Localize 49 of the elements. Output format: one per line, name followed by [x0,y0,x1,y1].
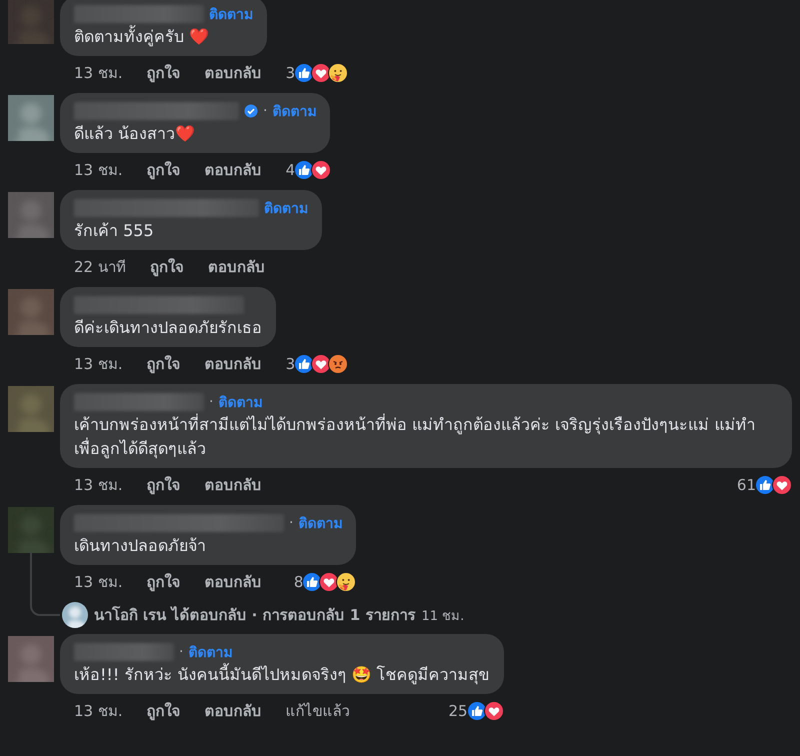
like-link[interactable]: ถูกใจ [146,473,181,497]
reply-link[interactable]: ตอบกลับ [204,699,262,723]
reaction-count: 61 [736,476,756,494]
separator-dot: · [179,644,184,660]
comment-time: 13 ชม. [74,701,123,722]
reaction-count: 25 [448,702,468,720]
heart-reaction-icon [484,701,504,721]
comment-text: เดินทางปลอดภัยจ้า [74,535,207,557]
comment-time: 13 ชม. [74,63,123,84]
like-link[interactable]: ถูกใจ [146,352,181,376]
reply-link[interactable]: ตอบกลับ [204,473,262,497]
separator-dot: · [209,394,214,410]
comment-text: ดีแล้ว น้องสาว❤ [74,123,196,145]
separator-dot: · [263,103,268,119]
reaction-count: 8 [294,573,304,591]
hug-reaction-icon [336,572,356,592]
edited-label: แก้ไขแล้ว [286,701,350,722]
reply-time: 11 ชม. [421,608,464,626]
reaction-count: 3 [286,355,296,373]
like-link[interactable]: ถูกใจ [146,158,181,182]
comment-time: 22 นาที [74,257,126,278]
comment-text: รักเค้า 555 [74,220,155,242]
hug-reaction-icon [328,63,348,83]
thread-line [30,552,60,616]
comment-text: ติดตามทั้งคู่ครับ ❤ [74,25,210,48]
like-link[interactable]: ถูกใจ [150,255,184,279]
comment-time: 13 ชม. [74,354,123,375]
separator-dot: · [289,515,294,531]
comment-time: 13 ชม. [74,572,123,593]
comment-time: 13 ชม. [74,160,123,181]
like-link[interactable]: ถูกใจ [146,570,181,594]
reply-link[interactable]: ตอบกลับ [204,61,262,85]
angry-reaction-icon [328,354,348,374]
reply-link[interactable]: ตอบกลับ [204,352,262,376]
replies-link[interactable]: นาโอกิ เรน ได้ตอบกลับ · การตอบกลับ 1 รายการ [94,603,416,627]
comment-time: 13 ชม. [74,475,123,496]
comment-text: เค้าบกพร่องหน้าที่สามีแต่ไม่ได้บกพร่องหน้าที่พ่อ แม่ทำถูกต้องแล้วค่ะ เจริญรุ่งเรืองปังๆนะแม่ แม่ทำเพื่อลูกได้ดีสุดๆแล้ว [74,413,756,460]
comment-text: ดีค่ะเดินทางปลอดภัยรักเธอ [74,317,262,339]
like-link[interactable]: ถูกใจ [146,61,181,85]
reply-link[interactable]: ตอบกลับ [204,158,262,182]
like-reaction-icon [466,701,487,721]
reaction-count: 3 [286,64,296,82]
reply-link[interactable]: ตอบกลับ [208,255,265,279]
reply-link[interactable]: ตอบกลับ [204,570,262,594]
reaction-count: 4 [286,161,296,179]
comment-text: เห้อ!!! รักหว่ะ นังคนนี้มันดีไปหมดจริงๆ 🤩 โชคดูมีความสุข [74,663,490,686]
heart-reaction-icon [311,160,332,180]
heart-reaction-icon [772,475,792,495]
like-link[interactable]: ถูกใจ [146,699,181,723]
